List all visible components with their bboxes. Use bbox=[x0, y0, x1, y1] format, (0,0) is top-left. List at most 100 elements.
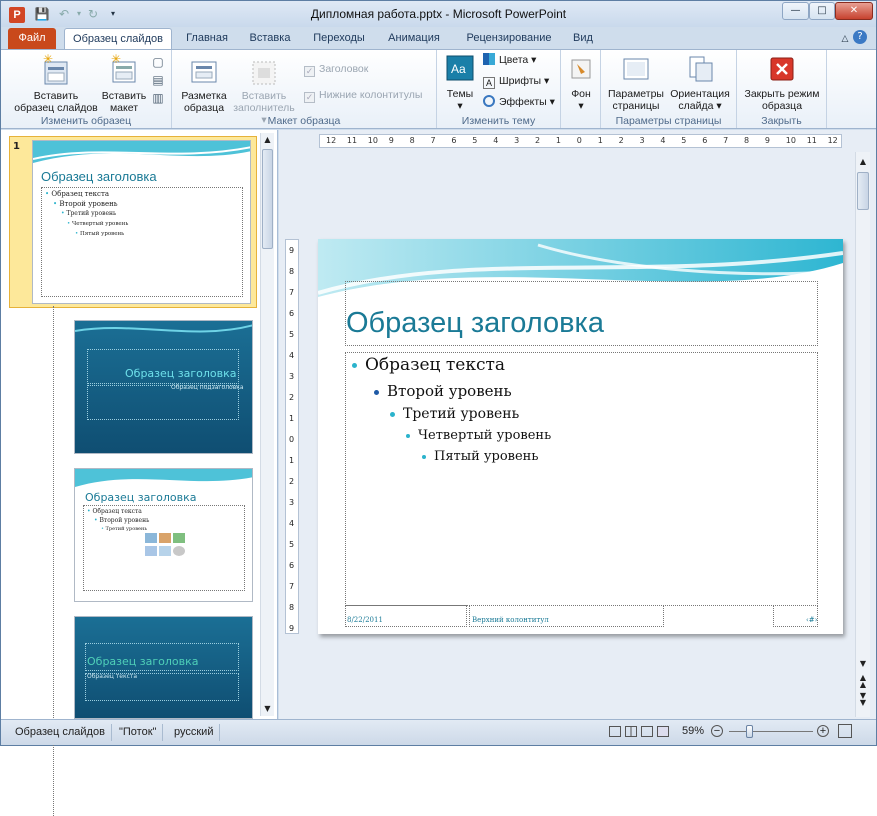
bullet-icon bbox=[352, 363, 357, 368]
thumb-section-header-layout[interactable]: Образец заголовка Образец текста bbox=[74, 616, 253, 719]
thumb-title-content-layout[interactable]: Образец заголовка • Образец текста • Вто… bbox=[74, 468, 253, 602]
zoom-level[interactable]: 59% bbox=[682, 725, 704, 737]
ruler-tick-label: 10 bbox=[785, 136, 796, 145]
thumb-slide-master[interactable]: Образец заголовка • Образец текста • Вто… bbox=[32, 140, 251, 304]
background-button[interactable]: Фон ▾ bbox=[565, 54, 597, 112]
group-edit-master: ✳ Вставить образец слайдов ✳ Вставить маке… bbox=[1, 50, 172, 128]
bullet-level-5: Пятый уровень bbox=[422, 449, 538, 464]
previous-slide-icon[interactable]: ▲ ▲ bbox=[857, 674, 869, 689]
tab-slide-master[interactable]: Образец слайдов bbox=[64, 28, 172, 49]
ruler-tick-label: 5 bbox=[289, 330, 295, 339]
fit-to-window-icon[interactable] bbox=[838, 724, 852, 738]
group-label: Закрыть bbox=[761, 115, 802, 127]
vertical-ruler[interactable]: 9 8 7 6 5 4 3 2 1 0 1 2 3 4 5 6 7 8 9 bbox=[285, 239, 299, 634]
scroll-up-icon[interactable]: ▲ bbox=[261, 133, 274, 147]
page-setup-button[interactable]: Параметры страницы bbox=[605, 54, 667, 112]
bullet-icon bbox=[390, 411, 395, 417]
colors-button[interactable]: Цвета ▾ bbox=[483, 53, 536, 67]
insert-slide-master-button[interactable]: ✳ Вставить образец слайдов bbox=[9, 54, 103, 114]
bullet-level-3: Третий уровень bbox=[390, 406, 519, 422]
slide-vertical-scrollbar[interactable]: ▲ ▼ ▲ ▲ ▼ ▼ bbox=[855, 152, 870, 717]
tab-animation[interactable]: Анимация bbox=[379, 28, 449, 49]
preserve-icon[interactable]: ▥ bbox=[150, 90, 166, 106]
ruler-tick-label: 5 bbox=[681, 136, 687, 145]
tab-view[interactable]: Вид bbox=[567, 28, 599, 49]
content-icons bbox=[145, 533, 189, 561]
wave-decoration bbox=[75, 324, 252, 333]
ruler-tick-label: 8 bbox=[289, 603, 295, 612]
thumbnails-scrollbar[interactable]: ▲ ▼ bbox=[260, 133, 274, 716]
zoom-in-icon[interactable]: + bbox=[817, 725, 829, 737]
title-checkbox[interactable]: ✓ Заголовок bbox=[304, 62, 368, 77]
ruler-tick-label: 9 bbox=[764, 136, 770, 145]
close-button[interactable]: ✕ bbox=[835, 2, 873, 20]
ruler-labels: 12 11 10 9 8 7 6 5 4 3 2 1 0 1 2 3 4 5 6 7 8 9 10 11 12 bbox=[320, 136, 841, 148]
scroll-down-icon[interactable]: ▼ bbox=[857, 658, 869, 670]
scroll-thumb[interactable] bbox=[262, 149, 273, 249]
thumb-title-slide-layout[interactable]: Образец заголовка Образец подзаголовка bbox=[74, 320, 253, 454]
thumb-title: Образец заголовка bbox=[85, 491, 197, 504]
group-background: Фон ▾ bbox=[561, 50, 601, 128]
tab-file[interactable]: Файл bbox=[8, 28, 56, 49]
themes-button[interactable]: Aa Темы ▾ bbox=[441, 54, 479, 112]
minimize-ribbon-icon[interactable]: △ bbox=[837, 31, 853, 47]
insert-layout-button[interactable]: ✳ Вставить макет bbox=[101, 54, 147, 114]
status-language[interactable]: русский bbox=[168, 724, 221, 741]
normal-view-icon[interactable] bbox=[609, 726, 621, 737]
clipart-icon bbox=[159, 546, 171, 556]
tab-home[interactable]: Главная bbox=[177, 28, 237, 49]
ruler-tick-label: 8 bbox=[744, 136, 750, 145]
thumb-text: Образец текста bbox=[87, 673, 138, 680]
ruler-tick-label: 3 bbox=[639, 136, 645, 145]
table-icon bbox=[145, 533, 157, 543]
minimize-button[interactable]: — bbox=[782, 2, 809, 20]
ruler-tick-label: 2 bbox=[289, 477, 295, 486]
close-master-view-button[interactable]: Закрыть режим образца bbox=[739, 54, 825, 112]
tab-review[interactable]: Рецензирование bbox=[457, 28, 561, 49]
zoom-out-icon[interactable]: − bbox=[711, 725, 723, 737]
ruler-tick-label: 12 bbox=[827, 136, 838, 145]
delete-slide-icon[interactable]: ▢ bbox=[150, 54, 166, 70]
ruler-tick-label: 8 bbox=[409, 136, 415, 145]
help-icon[interactable]: ? bbox=[853, 30, 867, 44]
ruler-labels: 9 8 7 6 5 4 3 2 1 0 1 2 3 4 5 6 7 8 9 bbox=[286, 240, 298, 633]
footers-checkbox[interactable]: ✓ Нижние колонтитулы bbox=[304, 88, 422, 103]
svg-text:Aa: Aa bbox=[451, 62, 466, 76]
rename-icon[interactable]: ▤ bbox=[150, 72, 166, 88]
ruler-tick-label: 3 bbox=[289, 498, 295, 507]
maximize-button[interactable]: □ bbox=[809, 2, 835, 20]
zoom-slider[interactable] bbox=[729, 731, 813, 732]
group-label: Макет образца bbox=[267, 115, 341, 127]
zoom-slider-thumb[interactable] bbox=[746, 725, 753, 738]
ruler-tick-label: 6 bbox=[702, 136, 708, 145]
ribbon-tabs: Файл Образец слайдов Главная Вставка Пер… bbox=[1, 27, 876, 49]
slide-orientation-icon bbox=[689, 56, 713, 82]
next-slide-icon[interactable]: ▼ ▼ bbox=[857, 692, 869, 707]
scroll-down-icon[interactable]: ▼ bbox=[261, 702, 274, 716]
group-page-setup: Параметры страницы Ориентация слайда ▾ Пар… bbox=[601, 50, 737, 128]
ruler-tick-label: 0 bbox=[289, 435, 295, 444]
ruler-tick-label: 6 bbox=[451, 136, 457, 145]
fonts-icon: A bbox=[483, 77, 495, 89]
ruler-tick-label: 11 bbox=[806, 136, 817, 145]
slide-master-canvas[interactable]: Образец заголовка Образец текста Второй … bbox=[318, 239, 843, 634]
fonts-button[interactable]: A Шрифты ▾ bbox=[483, 74, 549, 89]
ruler-tick-label: 2 bbox=[535, 136, 541, 145]
horizontal-ruler[interactable]: 12 11 10 9 8 7 6 5 4 3 2 1 0 1 2 3 4 5 6 7 8 9 10 11 12 bbox=[319, 134, 842, 148]
group-close: Закрыть режим образца Закрыть bbox=[737, 50, 827, 128]
ruler-tick-label: 4 bbox=[660, 136, 666, 145]
slide-sorter-icon[interactable] bbox=[625, 726, 637, 737]
ruler-tick-label: 5 bbox=[472, 136, 478, 145]
scroll-thumb[interactable] bbox=[857, 172, 869, 210]
slideshow-icon[interactable] bbox=[657, 726, 669, 737]
scroll-up-icon[interactable]: ▲ bbox=[857, 156, 869, 168]
status-view[interactable]: Образец слайдов bbox=[9, 724, 112, 741]
slide-orientation-button[interactable]: Ориентация слайда ▾ bbox=[667, 54, 733, 112]
ruler-tick-label: 4 bbox=[289, 351, 295, 360]
tab-transitions[interactable]: Переходы bbox=[305, 28, 373, 49]
effects-button[interactable]: Эффекты ▾ bbox=[483, 95, 555, 109]
master-layout-button[interactable]: Разметка образца bbox=[176, 54, 232, 114]
reading-view-icon[interactable] bbox=[641, 726, 653, 737]
tab-insert[interactable]: Вставка bbox=[241, 28, 299, 49]
status-theme[interactable]: "Поток" bbox=[113, 724, 164, 741]
